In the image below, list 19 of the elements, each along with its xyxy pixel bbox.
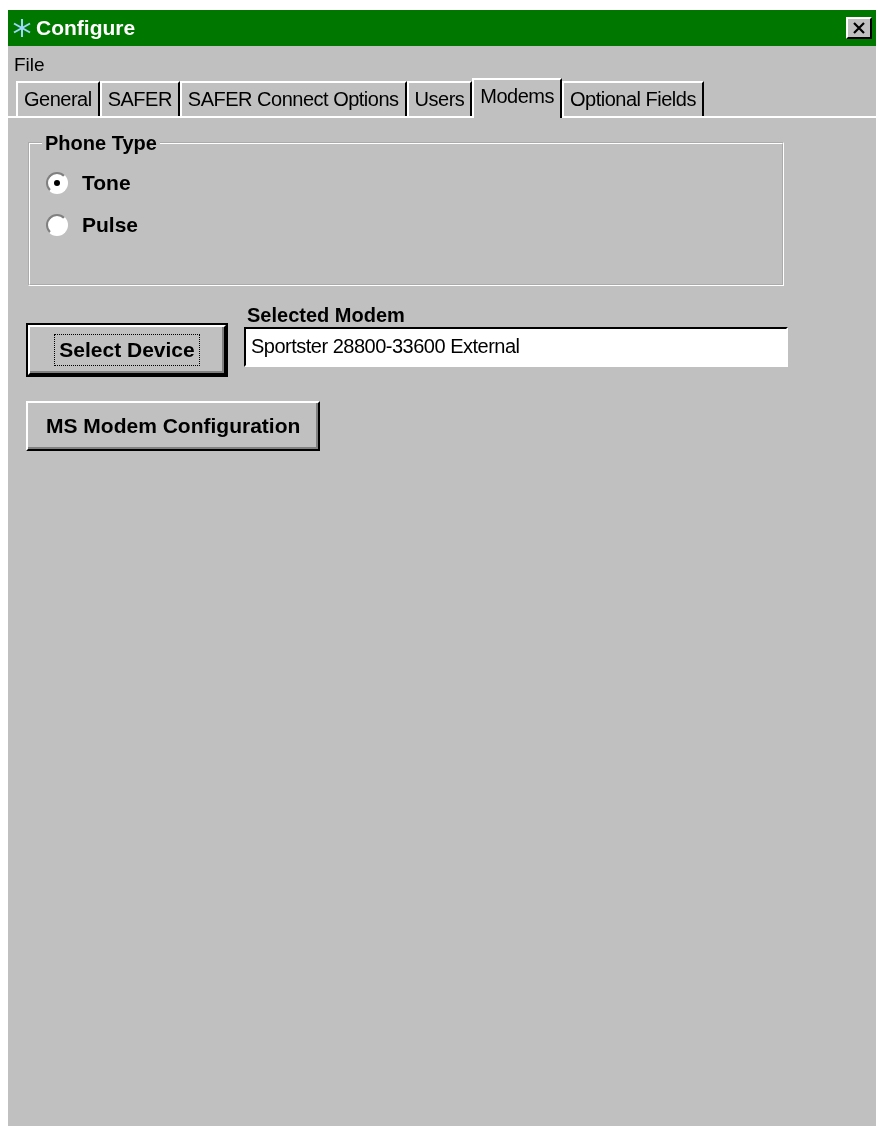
close-button[interactable]: [846, 17, 872, 39]
tab[interactable]: General: [16, 81, 100, 116]
radio-label: Tone: [82, 171, 131, 195]
select-device-button[interactable]: Select Device: [28, 325, 226, 375]
tab[interactable]: Modems: [472, 78, 562, 118]
ms-modem-configuration-button[interactable]: MS Modem Configuration: [26, 401, 321, 451]
group-title: Phone Type: [42, 132, 160, 155]
modem-field[interactable]: Sportster 28800-33600 External: [244, 327, 788, 367]
tab[interactable]: SAFER: [99, 81, 180, 116]
field-label: Selected Modem: [247, 304, 406, 327]
snowflake-icon: [12, 18, 32, 38]
window-title: Configure: [36, 16, 137, 40]
close-icon: [852, 22, 866, 34]
radio-button[interactable]: [46, 214, 68, 236]
tab[interactable]: SAFER Connect Options: [179, 81, 407, 116]
radio-label: Pulse: [82, 213, 139, 237]
tab[interactable]: Optional Fields: [562, 81, 704, 116]
menu-item[interactable]: File: [14, 54, 45, 75]
radio-button[interactable]: [46, 172, 68, 194]
